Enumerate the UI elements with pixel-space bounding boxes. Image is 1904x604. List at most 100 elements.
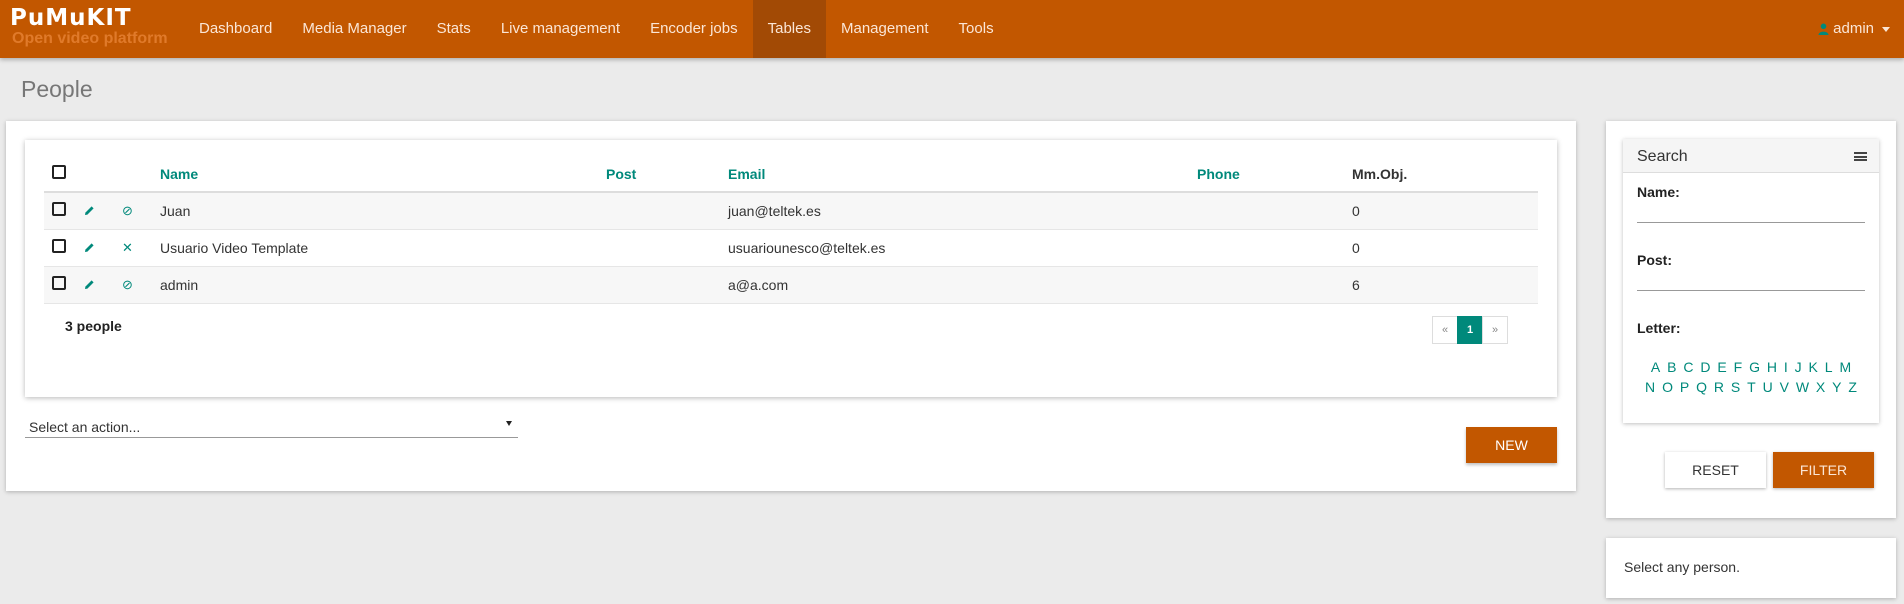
- nav-item-tables[interactable]: Tables: [752, 0, 826, 58]
- page-title: People: [21, 76, 93, 102]
- letter-link[interactable]: X: [1816, 379, 1825, 395]
- letter-link[interactable]: M: [1839, 359, 1851, 375]
- row-checkbox[interactable]: [52, 239, 66, 253]
- edit-pencil-icon[interactable]: [84, 279, 95, 290]
- column-header-post[interactable]: Post: [606, 156, 728, 193]
- user-icon: [1818, 23, 1829, 35]
- cell-email: juan@teltek.es: [728, 192, 1197, 230]
- letter-link[interactable]: N: [1645, 379, 1655, 395]
- cell-mmobj: 0: [1352, 192, 1538, 230]
- letter-link[interactable]: C: [1683, 359, 1693, 375]
- letter-link[interactable]: P: [1680, 379, 1689, 395]
- letter-link[interactable]: B: [1667, 359, 1676, 375]
- nav-item-media-manager[interactable]: Media Manager: [287, 0, 421, 58]
- letter-link[interactable]: K: [1809, 359, 1818, 375]
- letter-link[interactable]: D: [1700, 359, 1710, 375]
- action-select[interactable]: Select an action...: [25, 416, 518, 438]
- cell-name: Juan: [160, 192, 606, 230]
- nav-item-tools[interactable]: Tools: [944, 0, 1009, 58]
- table-header-row: Name Post Email Phone Mm.Obj.: [44, 156, 1538, 193]
- letter-link[interactable]: S: [1731, 379, 1740, 395]
- cell-phone: [1197, 229, 1352, 267]
- pagination-page-1[interactable]: 1: [1457, 316, 1483, 344]
- letter-link[interactable]: I: [1784, 359, 1788, 375]
- letter-row-2: N O P Q R S T U V W X Y Z: [1637, 377, 1865, 397]
- ban-icon[interactable]: ⊘: [122, 277, 133, 293]
- cell-email: usuariounesco@teltek.es: [728, 229, 1197, 267]
- letter-link[interactable]: V: [1780, 379, 1789, 395]
- letter-link[interactable]: U: [1763, 379, 1773, 395]
- cell-post: [606, 192, 728, 230]
- letter-link[interactable]: Y: [1832, 379, 1841, 395]
- nav-item-stats[interactable]: Stats: [422, 0, 486, 58]
- cell-email: a@a.com: [728, 266, 1197, 304]
- letter-link[interactable]: A: [1651, 359, 1660, 375]
- post-label: Post:: [1637, 252, 1672, 268]
- logo-text: PuMuKIT: [10, 5, 132, 31]
- cell-post: [606, 229, 728, 267]
- edit-pencil-icon[interactable]: [84, 205, 95, 216]
- column-header-name[interactable]: Name: [160, 156, 606, 193]
- letter-link[interactable]: J: [1795, 359, 1802, 375]
- pagination: « 1 »: [1432, 316, 1508, 344]
- edit-pencil-icon[interactable]: [84, 242, 95, 253]
- search-header: Search: [1623, 139, 1879, 173]
- letter-link[interactable]: T: [1747, 379, 1756, 395]
- delete-x-icon[interactable]: ✕: [122, 240, 133, 256]
- search-title: Search: [1637, 148, 1688, 165]
- person-info-text: Select any person.: [1624, 559, 1740, 575]
- nav-item-management[interactable]: Management: [826, 0, 944, 58]
- cell-phone: [1197, 192, 1352, 230]
- people-table-card: Name Post Email Phone Mm.Obj. ⊘ Juan jua…: [25, 140, 1557, 397]
- column-header-mmobj: Mm.Obj.: [1352, 156, 1538, 193]
- nav-menu: Dashboard Media Manager Stats Live manag…: [184, 0, 1009, 58]
- letter-row-1: A B C D E F G H I J K L M: [1637, 357, 1865, 377]
- caret-down-icon: [506, 421, 512, 426]
- letter-link[interactable]: F: [1734, 359, 1743, 375]
- letter-link[interactable]: E: [1717, 359, 1726, 375]
- column-header-phone[interactable]: Phone: [1197, 156, 1352, 193]
- cell-post: [606, 266, 728, 304]
- nav-item-encoder-jobs[interactable]: Encoder jobs: [635, 0, 753, 58]
- reset-button[interactable]: RESET: [1665, 452, 1766, 488]
- pagination-prev[interactable]: «: [1432, 316, 1458, 344]
- top-navbar: PuMuKIT Open video platform Dashboard Me…: [0, 0, 1904, 58]
- letter-link[interactable]: R: [1714, 379, 1724, 395]
- search-panel: Search Name: Post: Letter: A B C D E F G…: [1606, 121, 1896, 518]
- action-select-value: Select an action...: [29, 419, 141, 435]
- nav-item-live-management[interactable]: Live management: [486, 0, 635, 58]
- nav-item-dashboard[interactable]: Dashboard: [184, 0, 287, 58]
- name-label: Name:: [1637, 184, 1680, 200]
- new-button[interactable]: NEW: [1466, 427, 1557, 463]
- user-menu[interactable]: admin: [1818, 0, 1890, 58]
- pagination-next[interactable]: »: [1482, 316, 1508, 344]
- logo-subtitle: Open video platform: [12, 30, 168, 47]
- post-input[interactable]: [1637, 267, 1865, 291]
- ban-icon[interactable]: ⊘: [122, 203, 133, 219]
- hamburger-menu-icon[interactable]: [1854, 152, 1867, 161]
- row-checkbox[interactable]: [52, 276, 66, 290]
- letter-link[interactable]: H: [1767, 359, 1777, 375]
- letter-link[interactable]: Z: [1848, 379, 1857, 395]
- table-row[interactable]: ✕ Usuario Video Template usuariounesco@t…: [44, 229, 1538, 267]
- table-row[interactable]: ⊘ Juan juan@teltek.es 0: [44, 192, 1538, 230]
- chevron-down-icon: [1882, 26, 1890, 32]
- letter-link[interactable]: W: [1796, 379, 1809, 395]
- name-input[interactable]: [1637, 199, 1865, 223]
- search-card: Search Name: Post: Letter: A B C D E F G…: [1623, 139, 1879, 423]
- cell-name: admin: [160, 266, 606, 304]
- letter-link[interactable]: L: [1825, 359, 1833, 375]
- person-info-panel: Select any person.: [1606, 538, 1896, 598]
- brand-logo[interactable]: PuMuKIT Open video platform: [10, 6, 170, 52]
- filter-button[interactable]: FILTER: [1773, 452, 1874, 488]
- select-all-checkbox[interactable]: [52, 165, 66, 179]
- letter-link[interactable]: O: [1662, 379, 1673, 395]
- letter-link[interactable]: G: [1749, 359, 1760, 375]
- column-header-email[interactable]: Email: [728, 156, 1197, 193]
- row-checkbox[interactable]: [52, 202, 66, 217]
- people-count: 3 people: [65, 318, 122, 334]
- letter-link[interactable]: Q: [1696, 379, 1707, 395]
- table-row[interactable]: ⊘ admin a@a.com 6: [44, 266, 1538, 304]
- cell-mmobj: 6: [1352, 266, 1538, 304]
- letter-filter: A B C D E F G H I J K L M N O P Q R S T …: [1637, 357, 1865, 397]
